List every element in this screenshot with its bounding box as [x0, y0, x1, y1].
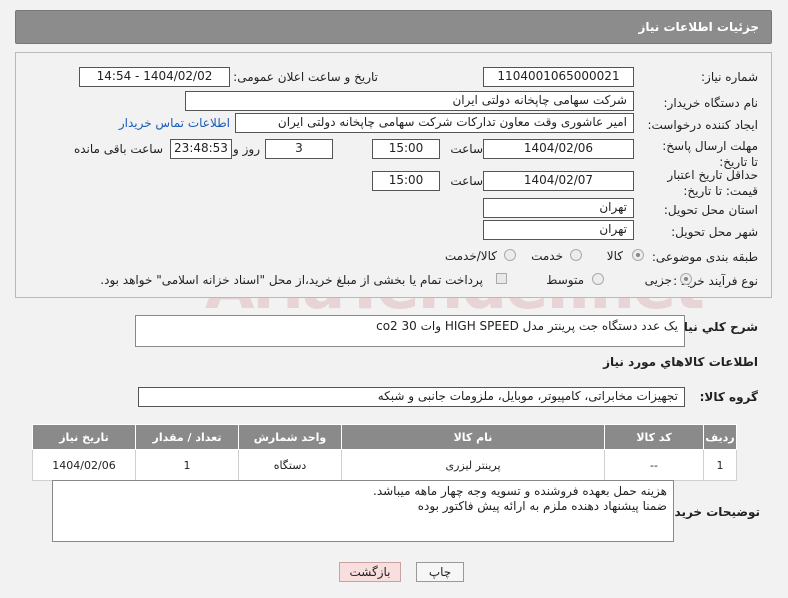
buyer-notes-line-2: ضمنا پیشنهاد دهنده ملزم به ارائه پیش فاک… [417, 499, 667, 513]
deadline-time-label: ساعت [450, 142, 483, 156]
validity-date-field: 1404/02/07 [483, 171, 634, 191]
goods-table: ردیف کد کالا نام کالا واحد شمارش تعداد /… [32, 424, 737, 481]
need-number-label: شماره نیاز: [701, 70, 758, 84]
buyer-notes-line-1: هزینه حمل بعهده فروشنده و تسویه وجه چهار… [373, 484, 667, 498]
category-label: طبقه بندی موضوعی: [651, 250, 758, 264]
page-title: جزئیات اطلاعات نیاز [638, 20, 759, 34]
col-need-date: تاریخ نیاز [32, 424, 136, 450]
col-code: کد کالا [604, 424, 704, 450]
validity-time-label: ساعت [450, 174, 483, 188]
validity-label: حداقل تاریخ اعتبار قیمت: تا تاریخ: [667, 168, 758, 198]
goods-group-field: تجهیزات مخابراتی، کامپیوتر، موبایل، ملزو… [138, 387, 685, 407]
col-unit: واحد شمارش [238, 424, 342, 450]
category-option-goods: کالا [606, 249, 623, 263]
cell-code: -- [604, 449, 704, 481]
buyer-org-field: شرکت سهامی چاپخانه دولتی ایران [185, 91, 634, 111]
category-radio-service[interactable] [570, 249, 582, 261]
process-radio-minor[interactable] [680, 273, 692, 285]
deadline-date-field: 1404/02/06 [483, 139, 634, 159]
goods-section-title: اطلاعات کالاهاي مورد نياز [603, 355, 758, 369]
process-option-medium: متوسط [546, 273, 584, 287]
category-option-service: خدمت [531, 249, 563, 263]
description-textarea[interactable]: یک عدد دستگاه جت پرینتر مدل HIGH SPEED و… [135, 315, 685, 347]
province-label: استان محل تحویل: [663, 203, 758, 217]
buyer-notes-textarea[interactable]: هزینه حمل بعهده فروشنده و تسویه وجه چهار… [52, 480, 674, 542]
buyer-org-label: نام دستگاه خریدار: [663, 96, 759, 110]
goods-table-wrapper: ردیف کد کالا نام کالا واحد شمارش تعداد /… [32, 424, 737, 481]
contact-buyer-link[interactable]: اطلاعات تماس خریدار [119, 116, 230, 130]
province-field: تهران [483, 198, 634, 218]
announce-label: تاریخ و ساعت اعلان عمومی: [233, 70, 378, 84]
category-radio-goods-service[interactable] [504, 249, 516, 261]
table-row: 1 -- پرینتر لیزری دستگاه 1 1404/02/06 [32, 449, 737, 481]
back-button[interactable]: بازگشت [339, 562, 401, 582]
cell-name: پرینتر لیزری [341, 449, 605, 481]
remaining-time-field: 23:48:53 [170, 139, 232, 159]
process-radio-medium[interactable] [592, 273, 604, 285]
validity-time-field: 15:00 [372, 171, 440, 191]
creator-label: ایجاد کننده درخواست: [647, 118, 758, 132]
col-name: نام کالا [341, 424, 605, 450]
process-note: پرداخت تمام یا بخشی از مبلغ خرید،از محل … [100, 273, 483, 287]
cell-row: 1 [703, 449, 737, 481]
announce-field: 1404/02/02 - 14:54 [79, 67, 230, 87]
page-header: جزئیات اطلاعات نیاز [15, 10, 772, 44]
need-number-field: 1104001065000021 [483, 67, 634, 87]
days-label: روز و [233, 142, 260, 156]
deadline-time-field: 15:00 [372, 139, 440, 159]
city-field: تهران [483, 220, 634, 240]
deadline-label: مهلت ارسال پاسخ: تا تاریخ: [662, 139, 758, 169]
col-quantity: تعداد / مقدار [135, 424, 239, 450]
goods-group-label: گروه کالا: [699, 390, 758, 404]
city-label: شهر محل تحویل: [671, 225, 758, 239]
remaining-label: ساعت باقی مانده [73, 142, 163, 156]
cell-unit: دستگاه [238, 449, 342, 481]
category-option-goods-service: کالا/خدمت [444, 249, 497, 263]
category-radio-goods[interactable] [632, 249, 644, 261]
process-option-minor: جزیی [644, 273, 672, 287]
print-button[interactable]: چاپ [416, 562, 464, 582]
days-field: 3 [265, 139, 333, 159]
cell-need-date: 1404/02/06 [32, 449, 136, 481]
cell-quantity: 1 [135, 449, 239, 481]
col-row: ردیف [703, 424, 737, 450]
treasury-payment-checkbox[interactable] [496, 273, 507, 284]
creator-field: امیر عاشوری وقت معاون تدارکات شرکت سهامی… [235, 113, 634, 133]
